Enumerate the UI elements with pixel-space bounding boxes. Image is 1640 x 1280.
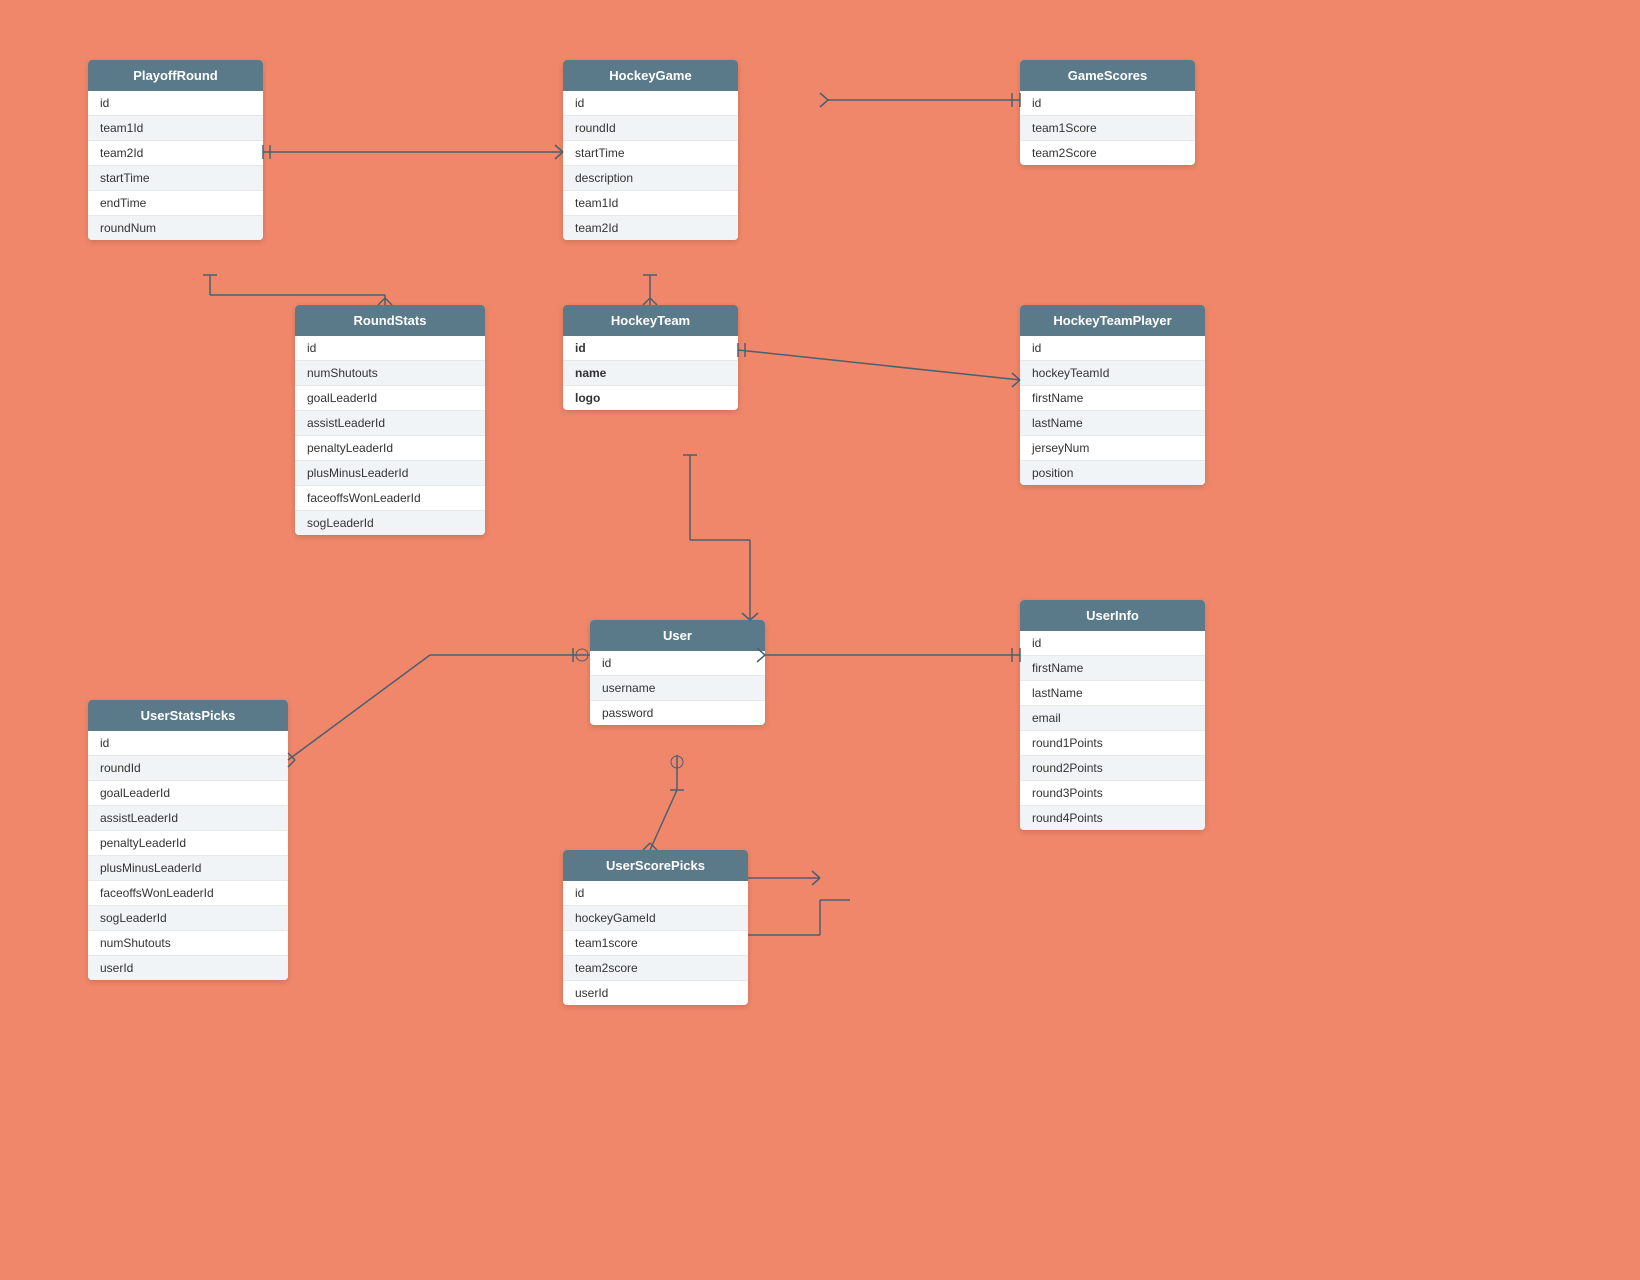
field-name: name [563, 361, 738, 386]
field-id: id [1020, 336, 1205, 361]
field-endtime: endTime [88, 191, 263, 216]
field-logo: logo [563, 386, 738, 410]
field-password: password [590, 701, 765, 725]
field-team1id: team1Id [88, 116, 263, 141]
diagram-container: PlayoffRound id team1Id team2Id startTim… [0, 0, 1640, 1280]
field-id: id [590, 651, 765, 676]
field-starttime: startTime [563, 141, 738, 166]
field-team1score: team1score [563, 931, 748, 956]
field-lastname: lastName [1020, 411, 1205, 436]
field-lastname: lastName [1020, 681, 1205, 706]
field-assistleaderid: assistLeaderId [88, 806, 288, 831]
field-username: username [590, 676, 765, 701]
table-user: User id username password [590, 620, 765, 725]
table-round-stats: RoundStats id numShutouts goalLeaderId a… [295, 305, 485, 535]
field-penaltyleaderid: penaltyLeaderId [88, 831, 288, 856]
field-id: id [563, 881, 748, 906]
table-user-info: UserInfo id firstName lastName email rou… [1020, 600, 1205, 830]
field-firstname: firstName [1020, 386, 1205, 411]
table-hockey-team: HockeyTeam id name logo [563, 305, 738, 410]
field-id: id [1020, 631, 1205, 656]
field-userid: userId [563, 981, 748, 1005]
field-id: id [1020, 91, 1195, 116]
field-starttime: startTime [88, 166, 263, 191]
field-goalleaderid: goalLeaderId [88, 781, 288, 806]
table-header-user-score-picks: UserScorePicks [563, 850, 748, 881]
field-numshutouts: numShutouts [88, 931, 288, 956]
field-roundid: roundId [563, 116, 738, 141]
field-position: position [1020, 461, 1205, 485]
field-hockeyteamid: hockeyTeamId [1020, 361, 1205, 386]
field-team2score: team2Score [1020, 141, 1195, 165]
table-user-score-picks: UserScorePicks id hockeyGameId team1scor… [563, 850, 748, 1005]
field-sogleaderid: sogLeaderId [88, 906, 288, 931]
table-header-game-scores: GameScores [1020, 60, 1195, 91]
table-header-hockey-team: HockeyTeam [563, 305, 738, 336]
field-numshutouts: numShutouts [295, 361, 485, 386]
table-header-user-stats-picks: UserStatsPicks [88, 700, 288, 731]
field-plusminusleaderid: plusMinusLeaderId [295, 461, 485, 486]
field-sogleaderid: sogLeaderId [295, 511, 485, 535]
field-round1points: round1Points [1020, 731, 1205, 756]
table-header-round-stats: RoundStats [295, 305, 485, 336]
field-round2points: round2Points [1020, 756, 1205, 781]
field-goalleaderid: goalLeaderId [295, 386, 485, 411]
field-firstname: firstName [1020, 656, 1205, 681]
field-faceoffswonleaderid: faceoffsWonLeaderId [88, 881, 288, 906]
field-plusminusleaderid: plusMinusLeaderId [88, 856, 288, 881]
table-header-playoff-round: PlayoffRound [88, 60, 263, 91]
field-penaltyleaderid: penaltyLeaderId [295, 436, 485, 461]
field-team1score: team1Score [1020, 116, 1195, 141]
field-hockeygameid: hockeyGameId [563, 906, 748, 931]
table-playoff-round: PlayoffRound id team1Id team2Id startTim… [88, 60, 263, 240]
field-team2score: team2score [563, 956, 748, 981]
field-roundnum: roundNum [88, 216, 263, 240]
field-faceoffswonleaderid: faceoffsWonLeaderId [295, 486, 485, 511]
table-hockey-team-player: HockeyTeamPlayer id hockeyTeamId firstNa… [1020, 305, 1205, 485]
field-email: email [1020, 706, 1205, 731]
table-user-stats-picks: UserStatsPicks id roundId goalLeaderId a… [88, 700, 288, 980]
field-round3points: round3Points [1020, 781, 1205, 806]
field-round4points: round4Points [1020, 806, 1205, 830]
field-id: id [563, 336, 738, 361]
field-description: description [563, 166, 738, 191]
field-id: id [563, 91, 738, 116]
field-team1id: team1Id [563, 191, 738, 216]
field-id: id [295, 336, 485, 361]
field-id: id [88, 91, 263, 116]
table-game-scores: GameScores id team1Score team2Score [1020, 60, 1195, 165]
field-team2id: team2Id [88, 141, 263, 166]
table-header-user: User [590, 620, 765, 651]
table-header-user-info: UserInfo [1020, 600, 1205, 631]
field-assistleaderid: assistLeaderId [295, 411, 485, 436]
table-header-hockey-game: HockeyGame [563, 60, 738, 91]
table-hockey-game: HockeyGame id roundId startTime descript… [563, 60, 738, 240]
field-id: id [88, 731, 288, 756]
field-userid: userId [88, 956, 288, 980]
field-roundid: roundId [88, 756, 288, 781]
field-jerseynum: jerseyNum [1020, 436, 1205, 461]
table-header-hockey-team-player: HockeyTeamPlayer [1020, 305, 1205, 336]
field-team2id: team2Id [563, 216, 738, 240]
